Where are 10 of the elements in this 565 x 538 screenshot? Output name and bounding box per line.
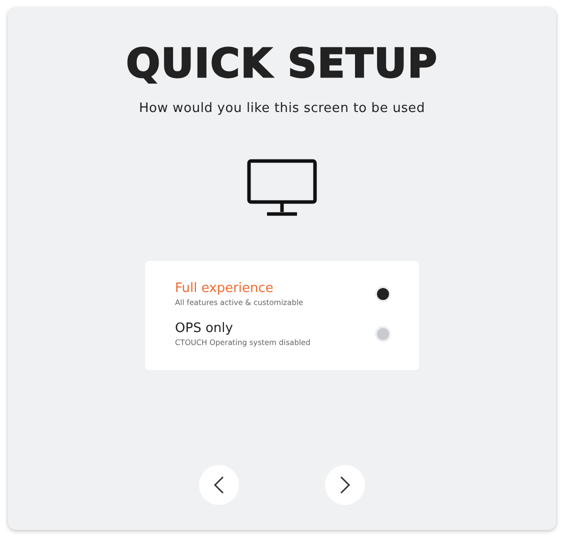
chevron-right-icon — [339, 475, 351, 495]
radio-button[interactable] — [375, 286, 391, 302]
radio-button[interactable] — [375, 326, 391, 342]
monitor-icon — [247, 159, 317, 217]
chevron-left-icon — [213, 475, 225, 495]
subtitle: How would you like this screen to be used — [138, 101, 426, 116]
option-label[interactable]: OPS only — [175, 320, 310, 338]
page-title: QUICK SETUP — [126, 41, 438, 87]
next-button[interactable] — [325, 465, 365, 505]
back-button[interactable] — [199, 465, 239, 505]
